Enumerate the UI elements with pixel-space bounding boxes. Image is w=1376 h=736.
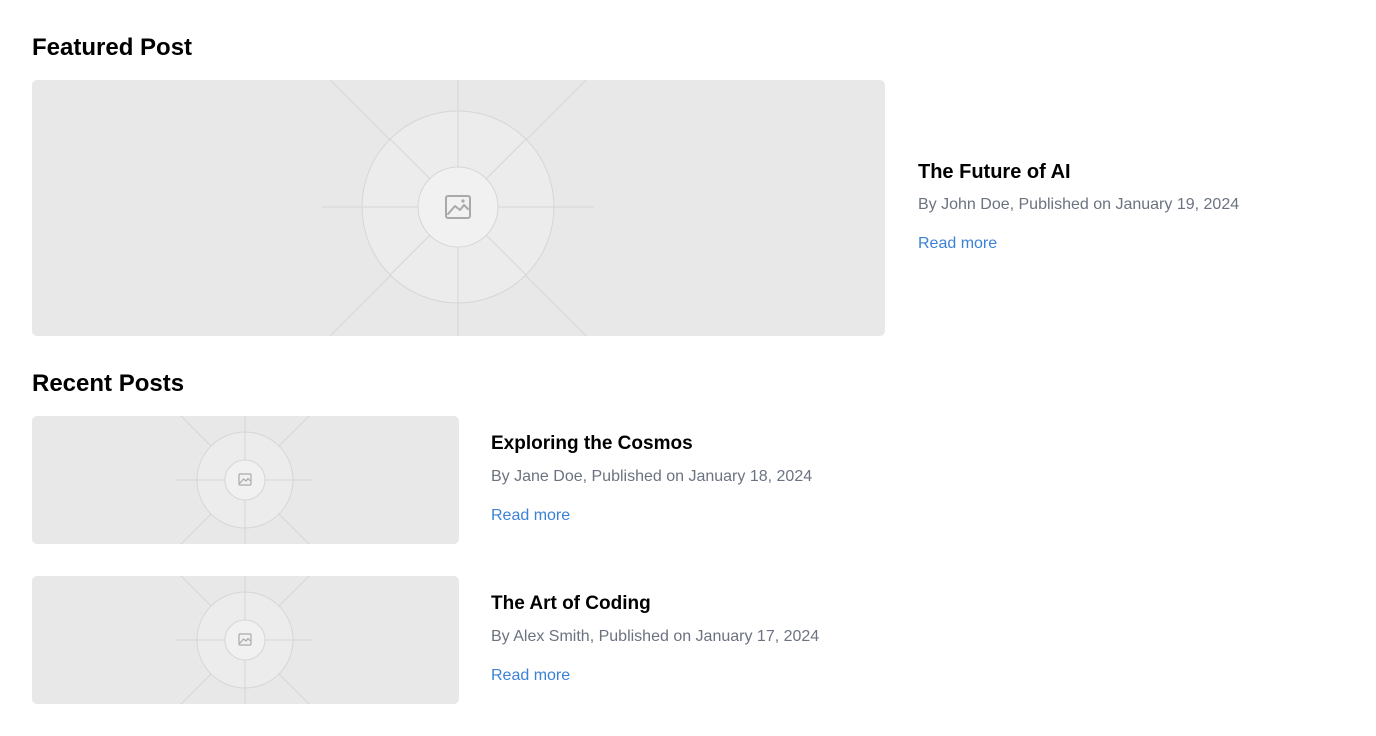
- recent-post-image[interactable]: [32, 576, 459, 704]
- image-placeholder-icon: [177, 576, 313, 704]
- post-meta: By Alex Smith, Published on January 17, …: [491, 628, 820, 645]
- read-more-link[interactable]: Read more: [491, 666, 570, 686]
- recent-post-info: The Art of Coding By Alex Smith, Publish…: [491, 592, 819, 686]
- featured-post-info: The Future of AI By John Doe, Published …: [918, 160, 1239, 254]
- post-meta: By John Doe, Published on January 19, 20…: [918, 196, 1240, 213]
- recent-post-image[interactable]: [32, 416, 459, 544]
- recent-heading: Recent Posts: [32, 370, 185, 397]
- post-title[interactable]: The Future of AI: [918, 160, 1239, 184]
- post-title[interactable]: Exploring the Cosmos: [491, 432, 812, 456]
- image-placeholder-icon: [177, 416, 313, 544]
- recent-post-info: Exploring the Cosmos By Jane Doe, Publis…: [491, 432, 812, 526]
- image-placeholder-icon: [322, 80, 594, 336]
- blog-page: Featured Post The Future of AI By John D…: [0, 0, 1376, 736]
- featured-heading: Featured Post: [32, 34, 193, 61]
- read-more-link[interactable]: Read more: [491, 506, 570, 526]
- read-more-link[interactable]: Read more: [918, 234, 997, 254]
- post-title[interactable]: The Art of Coding: [491, 592, 819, 616]
- featured-post-image[interactable]: [32, 80, 885, 336]
- post-meta: By Jane Doe, Published on January 18, 20…: [491, 468, 813, 485]
